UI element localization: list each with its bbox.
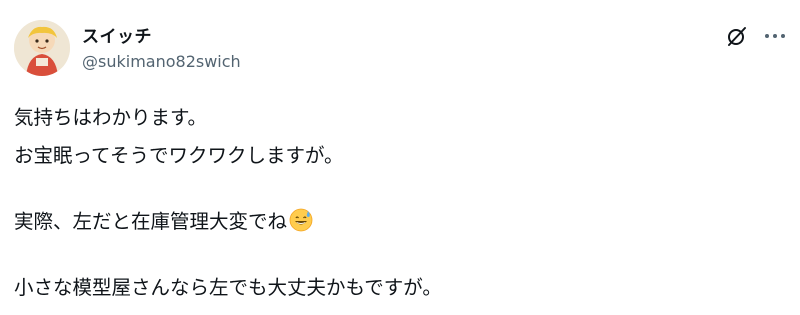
post-line-with-emoji: 実際、左だと在庫管理大変でね: [14, 205, 313, 237]
more-horizontal-icon: [765, 34, 785, 38]
avatar-image: [14, 20, 70, 76]
avatar[interactable]: [14, 20, 70, 76]
post-line: 小さな模型屋さんなら左でも大丈夫かもですが。: [14, 276, 442, 299]
more-options-button[interactable]: [760, 22, 790, 50]
author-handle[interactable]: @sukimano82swich: [82, 52, 241, 71]
post-line: 気持ちはわかります。: [14, 106, 208, 129]
post-line: お宝眠ってそうでワクワクしますが。: [14, 144, 344, 167]
grok-slash-circle-icon: [728, 27, 746, 46]
grok-button[interactable]: [723, 22, 751, 50]
post-card: スイッチ @sukimano82swich 気持ちはわかります。 お宝眠ってそう…: [0, 0, 800, 315]
author-display-name[interactable]: スイッチ: [82, 22, 152, 47]
grinning-sweat-emoji: [289, 208, 313, 237]
post-line: 実際、左だと在庫管理大変でね: [14, 210, 288, 233]
